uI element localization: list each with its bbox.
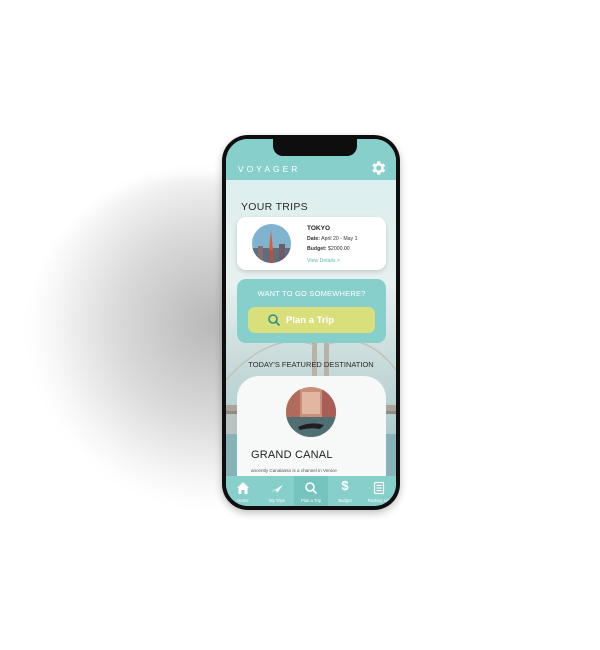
list-icon <box>373 481 385 495</box>
trip-date-label: Date: <box>307 236 320 242</box>
tab-budget-label: Budget <box>338 498 352 503</box>
bottom-tab-bar: Home My Trips Plan a Trip $ Budget Packi… <box>226 476 396 506</box>
search-icon <box>305 482 318 495</box>
trip-thumbnail <box>252 224 291 263</box>
tab-packing-list[interactable]: Packing List <box>362 476 396 506</box>
plane-icon <box>271 485 283 493</box>
plan-trip-card: WANT TO GO SOMEWHERE? Plan a Trip <box>237 279 386 343</box>
tab-home[interactable]: Home <box>226 476 260 506</box>
search-icon <box>268 314 281 327</box>
trip-budget: Budget: $2000.00 <box>307 246 350 252</box>
trip-date: Date: April 20 - May 1 <box>307 236 357 242</box>
phone-frame: VOYAGER YOUR TRIPS TOKYO Date: April 20 … <box>222 135 400 510</box>
tab-my-trips[interactable]: My Trips <box>260 476 294 506</box>
tab-plan-trip-label: Plan a Trip <box>300 498 322 503</box>
view-details-link[interactable]: View Details > <box>307 258 340 264</box>
plan-trip-button[interactable]: Plan a Trip <box>248 307 375 333</box>
trip-date-value: April 20 - May 1 <box>321 236 358 242</box>
trip-city: TOKYO <box>307 225 330 232</box>
featured-name: GRAND CANAL <box>251 449 333 461</box>
phone-notch <box>273 139 357 156</box>
app-screen: VOYAGER YOUR TRIPS TOKYO Date: April 20 … <box>226 139 396 506</box>
trip-budget-label: Budget: <box>307 246 327 252</box>
plan-trip-label: Plan a Trip <box>286 315 335 326</box>
home-icon <box>237 482 249 494</box>
tab-budget[interactable]: $ Budget <box>328 476 362 506</box>
featured-destination-title: TODAY'S FEATURED DESTINATION <box>248 360 374 369</box>
settings-button[interactable] <box>369 159 387 177</box>
tab-plan-trip[interactable]: Plan a Trip <box>294 476 328 506</box>
plan-question: WANT TO GO SOMEWHERE? <box>257 289 366 298</box>
gear-icon <box>372 161 386 175</box>
tab-packing-list-label: Packing List <box>367 498 391 503</box>
your-trips-title: YOUR TRIPS <box>241 201 308 213</box>
trip-budget-value: $2000.00 <box>328 246 350 252</box>
featured-thumbnail <box>286 387 336 437</box>
app-logo: VOYAGER <box>238 164 301 174</box>
featured-description: ancently Canalasso is a channel in Venic… <box>251 468 337 473</box>
dollar-icon: $ <box>341 478 349 493</box>
trip-card-tokyo[interactable]: TOKYO Date: April 20 - May 1 Budget: $20… <box>237 217 386 270</box>
tab-home-label: Home <box>237 498 249 503</box>
tab-my-trips-label: My Trips <box>269 498 285 503</box>
